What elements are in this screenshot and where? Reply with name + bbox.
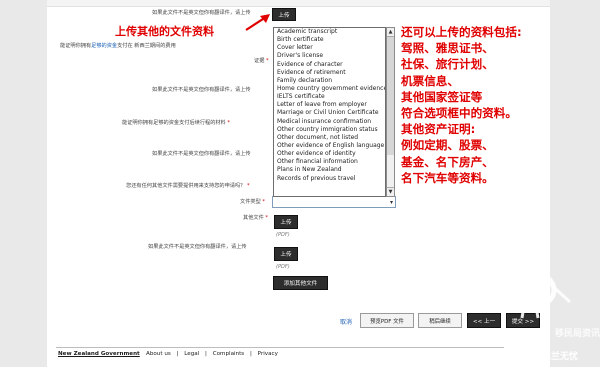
translation-label-1: 如果此文件不是英文但你有翻译件，请上传 (152, 10, 251, 16)
document-type-listbox[interactable]: Academic transcript Birth certificate Co… (273, 27, 386, 197)
annotation-line: 其他国家签证等 (401, 89, 483, 104)
listbox-option[interactable]: IELTS certificate (274, 93, 385, 101)
add-other-document-button[interactable]: 添加其他文件 (273, 276, 328, 290)
footer-link-complaints[interactable]: Complaints (213, 351, 245, 357)
listbox-option[interactable]: Records of previous travel (274, 175, 385, 183)
scroll-down-icon[interactable]: ▼ (387, 187, 394, 196)
listbox-scrollbar[interactable]: ▲ ▼ (386, 27, 395, 197)
nz-government-logo[interactable]: New Zealand Government (58, 351, 140, 357)
top-strip (47, 0, 550, 7)
annotation-line: 例如定期、股票、 (401, 138, 494, 153)
footer-link-legal[interactable]: Legal (184, 351, 199, 357)
watermark-sub-text: 西兰无忧 (542, 352, 579, 362)
footer-divider (56, 347, 504, 348)
listbox-option[interactable]: Home country government evidence (274, 85, 385, 93)
footer-links: About us | Legal | Complaints | Privacy (146, 351, 278, 357)
kiwi-bird-icon (507, 270, 572, 319)
annotation-line: 符合选项框中的资料。 (401, 106, 517, 121)
upload-button-other[interactable]: 上传 (274, 215, 298, 229)
listbox-option[interactable]: Birth certificate (274, 36, 385, 44)
listbox-option[interactable]: Marriage or Civil Union Certificate (274, 109, 385, 117)
annotation-line: 机票信息、 (401, 73, 459, 88)
evidence-label: 证据 * (254, 58, 269, 64)
annotation-line: 社保、旅行计划、 (401, 57, 494, 72)
footer-separator: | (205, 351, 207, 357)
footer-separator: | (250, 351, 252, 357)
annotation-line: 驾照、雅思证书、 (401, 41, 494, 56)
annotation-line: 还可以上传的资料包括: (401, 25, 522, 39)
annotation-arrow-icon (245, 14, 270, 31)
listbox-option[interactable]: Medical insurance confirmation (274, 118, 385, 126)
footer-link-about[interactable]: About us (146, 351, 171, 357)
listbox-option[interactable]: Other evidence of English language (274, 142, 385, 150)
translation-label-2: 如果此文件不是英文但你有翻译件，请上传 (152, 87, 251, 93)
onward-funds-label: 能证明你拥有足够的资金支付后续行程的材料 * (122, 120, 231, 126)
doc-type-label: 文件类型 * (240, 199, 266, 205)
listbox-option[interactable]: Letter of leave from employer (274, 101, 385, 109)
listbox-option[interactable]: Academic transcript (274, 28, 385, 36)
scroll-up-icon[interactable]: ▲ (387, 28, 394, 37)
cancel-link[interactable]: 取消 (340, 317, 352, 326)
watermark-top-text: 公号：移民局资讯 (528, 329, 600, 339)
left-gutter (0, 0, 47, 367)
watermark-char: 新 (514, 337, 537, 362)
doc-type-select[interactable]: ▾ (272, 196, 396, 208)
listbox-option[interactable]: Evidence of character (274, 61, 385, 69)
upload-other-annotation: 上传其他的文件资料 (115, 25, 214, 38)
footer-separator: | (176, 351, 179, 357)
translation-label-4: 如果此文件不是英文但你有翻译件，请上传 (148, 244, 247, 250)
scroll-thumb[interactable] (387, 37, 394, 155)
other-doc-label: 其他文件 * (243, 215, 269, 221)
annotation-line: 基金、名下房产、 (401, 154, 494, 169)
listbox-option[interactable]: Other financial information (274, 158, 385, 166)
funds-question: 能证明你拥有足够的资金支付在 新西兰期间的费用 (60, 43, 176, 49)
save-later-button[interactable]: 稍后继续 (418, 313, 462, 328)
annotation-text-block: 还可以上传的资料包括: 驾照、雅思证书、 社保、旅行计划、 机票信息、 其他国家… (401, 24, 522, 186)
upload-button-top[interactable]: 上传 (272, 8, 296, 21)
listbox-option[interactable]: Cover letter (274, 44, 385, 52)
listbox-option[interactable]: Other document, not listed (274, 134, 385, 142)
annotation-line: 名下汽车等资料。 (401, 170, 494, 185)
listbox-option[interactable]: Other evidence of identity (274, 150, 385, 158)
translation-label-3: 如果此文件不是英文但你有翻译件，请上传 (152, 151, 251, 157)
listbox-option[interactable]: Driver's license (274, 52, 385, 60)
listbox-option[interactable]: Family declaration (274, 77, 385, 85)
listbox-option[interactable]: Plans in New Zealand (274, 166, 385, 174)
listbox-option[interactable]: Evidence of retirement (274, 69, 385, 77)
preview-pdf-button[interactable]: 预览PDF 文件 (360, 313, 414, 328)
listbox-option[interactable]: Other country immigration status (274, 126, 385, 134)
upload-button-translation[interactable]: 上传 (274, 247, 298, 261)
other-docs-question: 您还有任何其他文件需要提供用来支持您的申请吗？ * (126, 183, 250, 189)
chevron-down-icon: ▾ (389, 199, 393, 206)
pdf-hint-1: (PDF) (276, 232, 290, 238)
footer-link-privacy[interactable]: Privacy (258, 351, 278, 357)
pdf-hint-2: (PDF) (276, 264, 290, 270)
annotation-line: 其他资产证明: (401, 122, 476, 137)
funds-link[interactable]: 足够的资金 (91, 43, 117, 49)
